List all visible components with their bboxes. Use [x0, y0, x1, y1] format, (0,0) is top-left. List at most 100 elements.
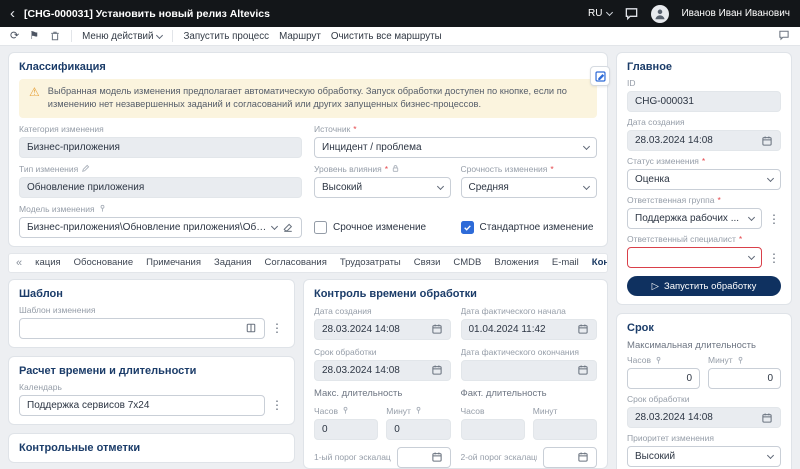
tab-links[interactable]: Связи — [414, 257, 441, 268]
impact-select[interactable]: Высокий — [314, 177, 451, 198]
panel-title: Главное — [627, 61, 781, 73]
urgency-select[interactable]: Средняя — [461, 177, 598, 198]
field-label: Минут — [533, 406, 558, 416]
field-label: Минут — [708, 355, 733, 365]
chevron-down-icon — [271, 223, 278, 230]
field-escalation-1: 1-ый порог эскалации — [314, 447, 451, 468]
field-label: Срочность изменения — [461, 164, 548, 174]
clear-routes-button[interactable]: Очистить все маршруты — [331, 31, 442, 42]
calendar-icon[interactable] — [577, 451, 589, 463]
calendar-icon[interactable] — [761, 135, 773, 147]
escalation2-input[interactable] — [543, 447, 597, 468]
tab-control[interactable]: Контроль — [592, 257, 608, 268]
kebab-menu-icon[interactable]: ⋮ — [270, 399, 284, 411]
user-name[interactable]: Иванов Иван Иванович — [681, 8, 790, 19]
kebab-menu-icon[interactable]: ⋮ — [767, 213, 781, 225]
comment-icon[interactable] — [778, 29, 790, 41]
toolbar-divider — [71, 30, 72, 42]
kebab-menu-icon[interactable]: ⋮ — [270, 322, 284, 334]
pin-icon — [654, 356, 663, 365]
template-select[interactable] — [19, 318, 265, 339]
field-term-deadline: Срок обработки 28.03.2024 14:08 — [627, 394, 781, 428]
id-input[interactable]: CHG-000031 — [627, 91, 781, 112]
run-processing-button[interactable]: ▷ Запустить обработку — [627, 276, 781, 296]
field-label: Срок обработки — [627, 394, 690, 404]
term-hours-input[interactable]: 0 — [627, 368, 700, 389]
responsible-specialist-select[interactable] — [627, 247, 762, 268]
clear-icon[interactable] — [282, 221, 294, 233]
actual-start-input[interactable]: 01.04.2024 11:42 — [461, 319, 598, 340]
run-processing-label: Запустить обработку — [664, 281, 756, 292]
standard-change-checkbox[interactable]: Стандартное изменение — [461, 221, 598, 234]
priority-select[interactable]: Высокий — [627, 446, 781, 467]
deadline-input[interactable]: 28.03.2024 14:08 — [314, 360, 451, 381]
field-label: Часов — [314, 406, 338, 416]
tab-labor[interactable]: Трудозатраты — [340, 257, 401, 268]
actions-menu-button[interactable]: Меню действий — [82, 31, 162, 42]
required-marker: * — [385, 164, 388, 174]
actual-end-input[interactable] — [461, 360, 598, 381]
calendar-icon[interactable] — [431, 323, 443, 335]
field-label: Тип изменения — [19, 164, 78, 174]
fact-minutes-input[interactable] — [533, 419, 597, 440]
kebab-menu-icon[interactable]: ⋮ — [767, 252, 781, 264]
fact-hours-input[interactable] — [461, 419, 525, 440]
required-marker: * — [550, 164, 553, 174]
reference-icon[interactable] — [245, 322, 257, 334]
responsible-group-select[interactable]: Поддержка рабочих ... — [627, 208, 762, 229]
pin-icon — [414, 406, 423, 415]
trash-icon[interactable] — [49, 30, 61, 42]
field-category: Категория изменения Бизнес-приложения — [19, 124, 302, 158]
field-label: Модель изменения — [19, 204, 95, 214]
tab-attachments[interactable]: Вложения — [494, 257, 539, 268]
annotation-button[interactable] — [590, 66, 610, 86]
term-deadline-input[interactable]: 28.03.2024 14:08 — [627, 407, 781, 428]
content-area: Классификация ⚠ Выбранная модель изменен… — [0, 46, 800, 469]
panel-title: Контрольные отметки — [19, 442, 284, 454]
calendar-select[interactable]: Поддержка сервисов 7x24 — [19, 395, 265, 416]
term-minutes-input[interactable]: 0 — [708, 368, 781, 389]
checkbox-box — [461, 221, 474, 234]
model-select[interactable]: Бизнес-приложения\Обновление приложения\… — [19, 217, 302, 238]
field-source: Источник * Инцидент / проблема — [314, 124, 597, 158]
calendar-icon[interactable] — [761, 412, 773, 424]
tab-classification-partial[interactable]: кация — [35, 257, 61, 268]
route-button[interactable]: Маршрут — [279, 31, 321, 42]
calendar-icon[interactable] — [577, 323, 589, 335]
escalation1-input[interactable] — [397, 447, 451, 468]
calendar-icon[interactable] — [431, 451, 443, 463]
field-model: Модель изменения Бизнес-приложения\Обнов… — [19, 204, 302, 238]
tab-tasks[interactable]: Задания — [214, 257, 252, 268]
tab-approvals[interactable]: Согласования — [265, 257, 327, 268]
field-status: Статус изменения * Оценка — [627, 156, 781, 190]
tab-notes[interactable]: Примечания — [146, 257, 201, 268]
chat-icon[interactable] — [624, 6, 639, 21]
type-input[interactable]: Обновление приложения — [19, 177, 302, 198]
urgent-change-checkbox[interactable]: Срочное изменение — [314, 221, 451, 234]
back-icon[interactable]: ‹ — [10, 6, 15, 21]
topbar: ‹ [CHG-000031] Установить новый релиз Al… — [0, 0, 800, 27]
max-minutes-input[interactable]: 0 — [386, 419, 450, 440]
status-select[interactable]: Оценка — [627, 169, 781, 190]
calendar-icon[interactable] — [577, 364, 589, 376]
category-input[interactable]: Бизнес-приложения — [19, 137, 302, 158]
start-process-button[interactable]: Запустить процесс — [183, 31, 269, 42]
flag-icon[interactable]: ⚑ — [29, 31, 39, 42]
actions-menu-label: Меню действий — [82, 31, 153, 42]
field-label: Дата создания — [314, 306, 372, 316]
tab-bar: « кация Обоснование Примечания Задания С… — [8, 253, 608, 273]
calendar-icon[interactable] — [431, 364, 443, 376]
created-date-input[interactable]: 28.03.2024 14:08 — [314, 319, 451, 340]
source-select[interactable]: Инцидент / проблема — [314, 137, 597, 158]
refresh-icon[interactable]: ⟳ — [10, 31, 19, 42]
max-hours-input[interactable]: 0 — [314, 419, 378, 440]
tab-email[interactable]: E-mail — [552, 257, 579, 268]
field-label: Дата создания — [627, 117, 685, 127]
tab-cmdb[interactable]: CMDB — [453, 257, 481, 268]
language-selector[interactable]: RU — [588, 8, 612, 19]
tab-justification[interactable]: Обоснование — [74, 257, 133, 268]
created-input[interactable]: 28.03.2024 14:08 — [627, 130, 781, 151]
avatar[interactable] — [651, 5, 669, 23]
tabs-scroll-left-icon[interactable]: « — [16, 257, 22, 269]
required-marker: * — [353, 124, 356, 134]
